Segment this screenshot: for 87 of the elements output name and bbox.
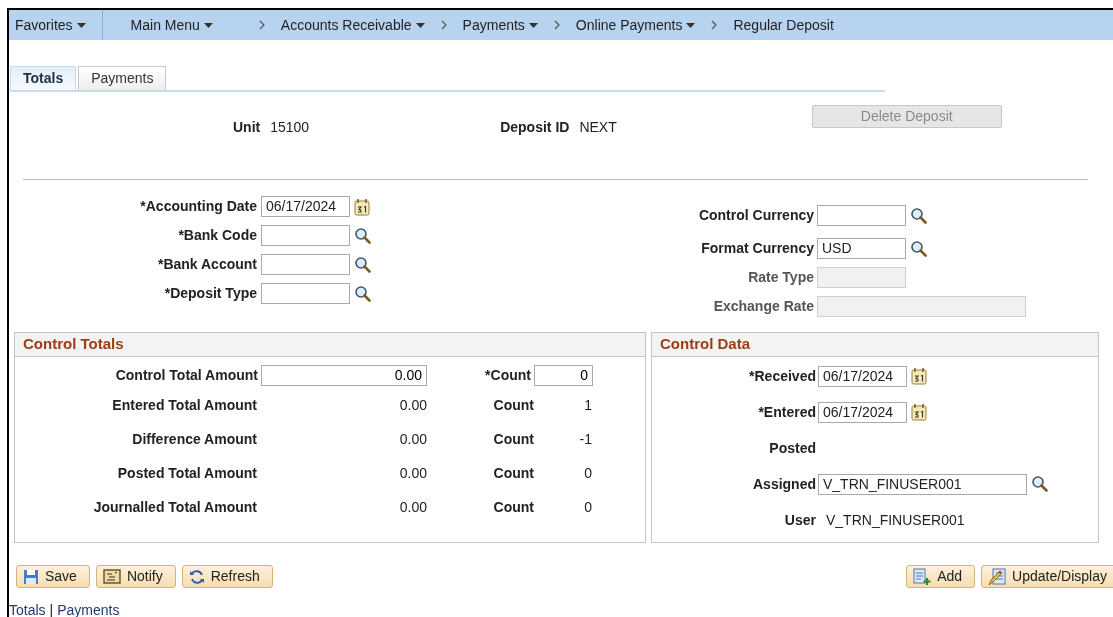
- field-label: Count: [492, 463, 534, 483]
- input-field[interactable]: USD: [817, 238, 906, 259]
- amount-field[interactable]: 0.00: [261, 365, 427, 386]
- field-label: *Count: [484, 366, 532, 385]
- tab[interactable]: Payments: [78, 66, 167, 90]
- input-field[interactable]: V_TRN_FINUSER001: [818, 473, 1027, 495]
- field-label: Journalled Total Amount: [92, 497, 257, 517]
- field-label: *Bank Account: [156, 255, 258, 274]
- section-title: Control Data: [652, 333, 1098, 357]
- search-icon[interactable]: [910, 206, 928, 225]
- amount-value: 0.00: [398, 429, 427, 449]
- menu-link[interactable]: Favorites: [9, 10, 103, 40]
- field-label: User: [783, 510, 817, 530]
- caret-icon: [415, 22, 425, 28]
- caret-icon: [686, 22, 696, 28]
- field-label: Posted Total Amount: [116, 463, 257, 483]
- field-label: Count: [492, 429, 534, 449]
- calendar-icon[interactable]: [911, 367, 927, 385]
- field-label: *Bank Code: [177, 226, 258, 245]
- search-icon[interactable]: [354, 226, 372, 245]
- breadcrumb-link[interactable]: Accounts Receivable: [280, 14, 425, 36]
- field-label: Control Total Amount: [114, 366, 259, 385]
- breadcrumb-link[interactable]: Regular Deposit: [733, 14, 834, 36]
- field-label: *Deposit Type: [163, 284, 258, 303]
- amount-value: 0.00: [398, 395, 427, 415]
- date-field[interactable]: 06/17/2024: [818, 401, 907, 423]
- add-document-icon: [913, 567, 932, 586]
- field-label: *Entered: [757, 402, 817, 422]
- chevron-icon: [440, 20, 447, 30]
- chevron-icon: [258, 20, 265, 30]
- refresh-button[interactable]: Refresh: [181, 565, 273, 588]
- add-button[interactable]: Add: [906, 565, 976, 588]
- field-label: Count: [492, 395, 534, 415]
- field-label: Deposit ID: [500, 118, 570, 137]
- field-label: Control Currency: [697, 206, 815, 225]
- field-label: Count: [492, 497, 534, 517]
- field-label: Unit: [233, 118, 261, 137]
- field-label: Difference Amount: [131, 429, 257, 449]
- count-value: -1: [578, 429, 592, 449]
- calendar-icon[interactable]: [354, 197, 370, 216]
- field-label: Posted: [768, 438, 817, 458]
- field-label: Format Currency: [700, 239, 815, 258]
- date-field[interactable]: 06/17/2024: [261, 196, 350, 217]
- link-separator: |: [49, 601, 54, 617]
- count-value: 0: [583, 497, 592, 517]
- field-value: NEXT: [579, 118, 617, 137]
- tab[interactable]: Totals: [10, 66, 77, 90]
- calendar-icon[interactable]: [911, 403, 927, 421]
- input-field[interactable]: [817, 205, 906, 226]
- date-field[interactable]: 06/17/2024: [818, 365, 907, 387]
- amount-value: 0.00: [398, 463, 427, 483]
- chevron-icon: [553, 20, 560, 30]
- search-icon[interactable]: [354, 255, 372, 274]
- input-field[interactable]: [261, 283, 350, 304]
- save-button[interactable]: Save: [16, 565, 90, 588]
- caret-icon: [528, 22, 538, 28]
- field-label: *Accounting Date: [139, 197, 258, 216]
- count-value: 1: [583, 395, 592, 415]
- field-value: V_TRN_FINUSER001: [826, 510, 965, 530]
- breadcrumb-link[interactable]: Online Payments: [575, 14, 696, 36]
- edit-document-icon: [988, 567, 1007, 586]
- search-icon[interactable]: [910, 239, 928, 258]
- footer-link[interactable]: Totals: [9, 600, 46, 617]
- field-label: Exchange Rate: [712, 297, 815, 316]
- count-field[interactable]: 0: [534, 365, 593, 386]
- count-value: 0: [583, 463, 592, 483]
- notify-button[interactable]: Notify: [95, 565, 176, 588]
- input-field[interactable]: [261, 254, 350, 275]
- breadcrumb-link[interactable]: Payments: [462, 14, 538, 36]
- field-label: Rate Type: [747, 268, 815, 287]
- caret-icon: [203, 22, 213, 28]
- refresh-icon: [188, 568, 205, 585]
- menu-link[interactable]: Main Menu: [102, 14, 213, 36]
- search-icon[interactable]: [354, 284, 372, 303]
- input-field[interactable]: [261, 225, 350, 246]
- field-label: *Received: [748, 366, 817, 386]
- field-label: Assigned: [752, 474, 817, 494]
- field-label: Entered Total Amount: [111, 395, 257, 415]
- section-title: Control Totals: [15, 333, 645, 357]
- note-icon: [102, 569, 121, 584]
- update-button[interactable]: Update/Display: [981, 565, 1113, 588]
- chevron-icon: [711, 20, 718, 30]
- field-value: 15100: [270, 118, 310, 137]
- caret-icon: [76, 22, 86, 28]
- amount-value: 0.00: [398, 497, 427, 517]
- search-icon[interactable]: [1031, 475, 1049, 493]
- footer-link[interactable]: Payments: [57, 600, 120, 617]
